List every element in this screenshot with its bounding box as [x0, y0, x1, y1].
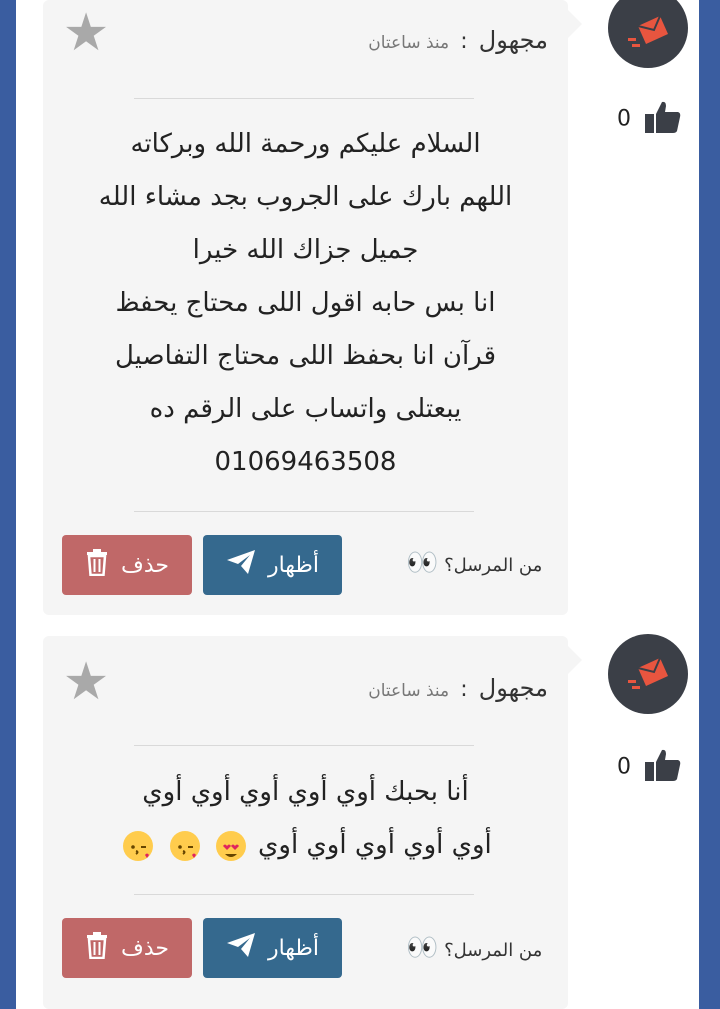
- author-name: مجهول: [478, 26, 548, 54]
- message-line: 01069463508: [214, 447, 397, 477]
- card-pointer: [568, 10, 582, 38]
- header-separator: :: [460, 29, 468, 54]
- message-header: مجهول : منذ ساعتان: [368, 674, 548, 702]
- like-control[interactable]: 0: [617, 100, 687, 140]
- delete-button[interactable]: حذف: [62, 918, 192, 978]
- star-icon[interactable]: ★: [59, 6, 113, 60]
- author-name: مجهول: [478, 674, 548, 702]
- header-separator: :: [460, 677, 468, 702]
- show-label: أظهار: [267, 935, 320, 961]
- heart-eyes-emoji-icon: [215, 830, 246, 861]
- envelope-icon: [624, 654, 672, 698]
- kissing-emoji-icon: [123, 830, 154, 861]
- delete-label: حذف: [121, 552, 169, 578]
- thumbs-up-icon: [644, 748, 682, 786]
- show-button[interactable]: أظهار: [203, 918, 342, 978]
- message-line: اللهم بارك على الجروب بجد مشاء الله: [98, 182, 513, 212]
- message-body: أنا بحبك أوي أوي أوي أوي أوي أوي أوي أوي…: [53, 766, 558, 872]
- timestamp: منذ ساعتان: [368, 33, 450, 53]
- card-pointer: [568, 646, 582, 674]
- message-line: انا بس حابه اقول اللى محتاج يحفظ: [115, 288, 496, 318]
- sender-label: من المرسل؟: [444, 940, 543, 961]
- like-count: 0: [617, 754, 631, 780]
- message-line: أوي أوي أوي أوي أوي: [258, 830, 492, 860]
- kissing-emoji-icon: [169, 830, 200, 861]
- like-control[interactable]: 0: [617, 748, 687, 788]
- message-line: أنا بحبك أوي أوي أوي أوي أوي: [142, 777, 469, 807]
- eyes-icon: 👀: [406, 933, 439, 963]
- divider: [134, 894, 474, 895]
- show-button[interactable]: أظهار: [203, 535, 342, 595]
- message-header: مجهول : منذ ساعتان: [368, 26, 548, 54]
- avatar[interactable]: [608, 634, 688, 714]
- paper-plane-icon: [226, 932, 256, 964]
- like-count: 0: [617, 106, 631, 132]
- sender-query[interactable]: من المرسل؟ 👀: [398, 548, 542, 578]
- trash-icon: [85, 548, 109, 582]
- divider: [134, 511, 474, 512]
- timestamp: منذ ساعتان: [368, 681, 450, 701]
- show-label: أظهار: [267, 552, 320, 578]
- message-line-with-emoji: أوي أوي أوي أوي أوي: [53, 819, 558, 872]
- message-line: يبعتلى واتساب على الرقم ده: [149, 394, 462, 424]
- eyes-icon: 👀: [406, 548, 439, 578]
- trash-icon: [85, 931, 109, 965]
- delete-button[interactable]: حذف: [62, 535, 192, 595]
- message-body: السلام عليكم ورحمة الله وبركاته اللهم با…: [53, 118, 558, 489]
- thumbs-up-icon: [644, 100, 682, 138]
- message-line: قرآن انا بحفظ اللى محتاج التفاصيل: [114, 341, 496, 371]
- sender-label: من المرسل؟: [444, 555, 543, 576]
- message-card: ★ مجهول : منذ ساعتان أنا بحبك أوي أوي أو…: [43, 636, 582, 1009]
- divider: [134, 98, 474, 99]
- star-icon[interactable]: ★: [59, 655, 113, 709]
- divider: [134, 745, 474, 746]
- message-card: ★ مجهول : منذ ساعتان السلام عليكم ورحمة …: [43, 0, 582, 615]
- sender-query[interactable]: من المرسل؟ 👀: [398, 933, 542, 963]
- message-line: السلام عليكم ورحمة الله وبركاته: [130, 129, 481, 159]
- message-line: جميل جزاك الله خيرا: [192, 235, 419, 265]
- delete-label: حذف: [121, 935, 169, 961]
- envelope-icon: [624, 12, 672, 56]
- paper-plane-icon: [226, 549, 256, 581]
